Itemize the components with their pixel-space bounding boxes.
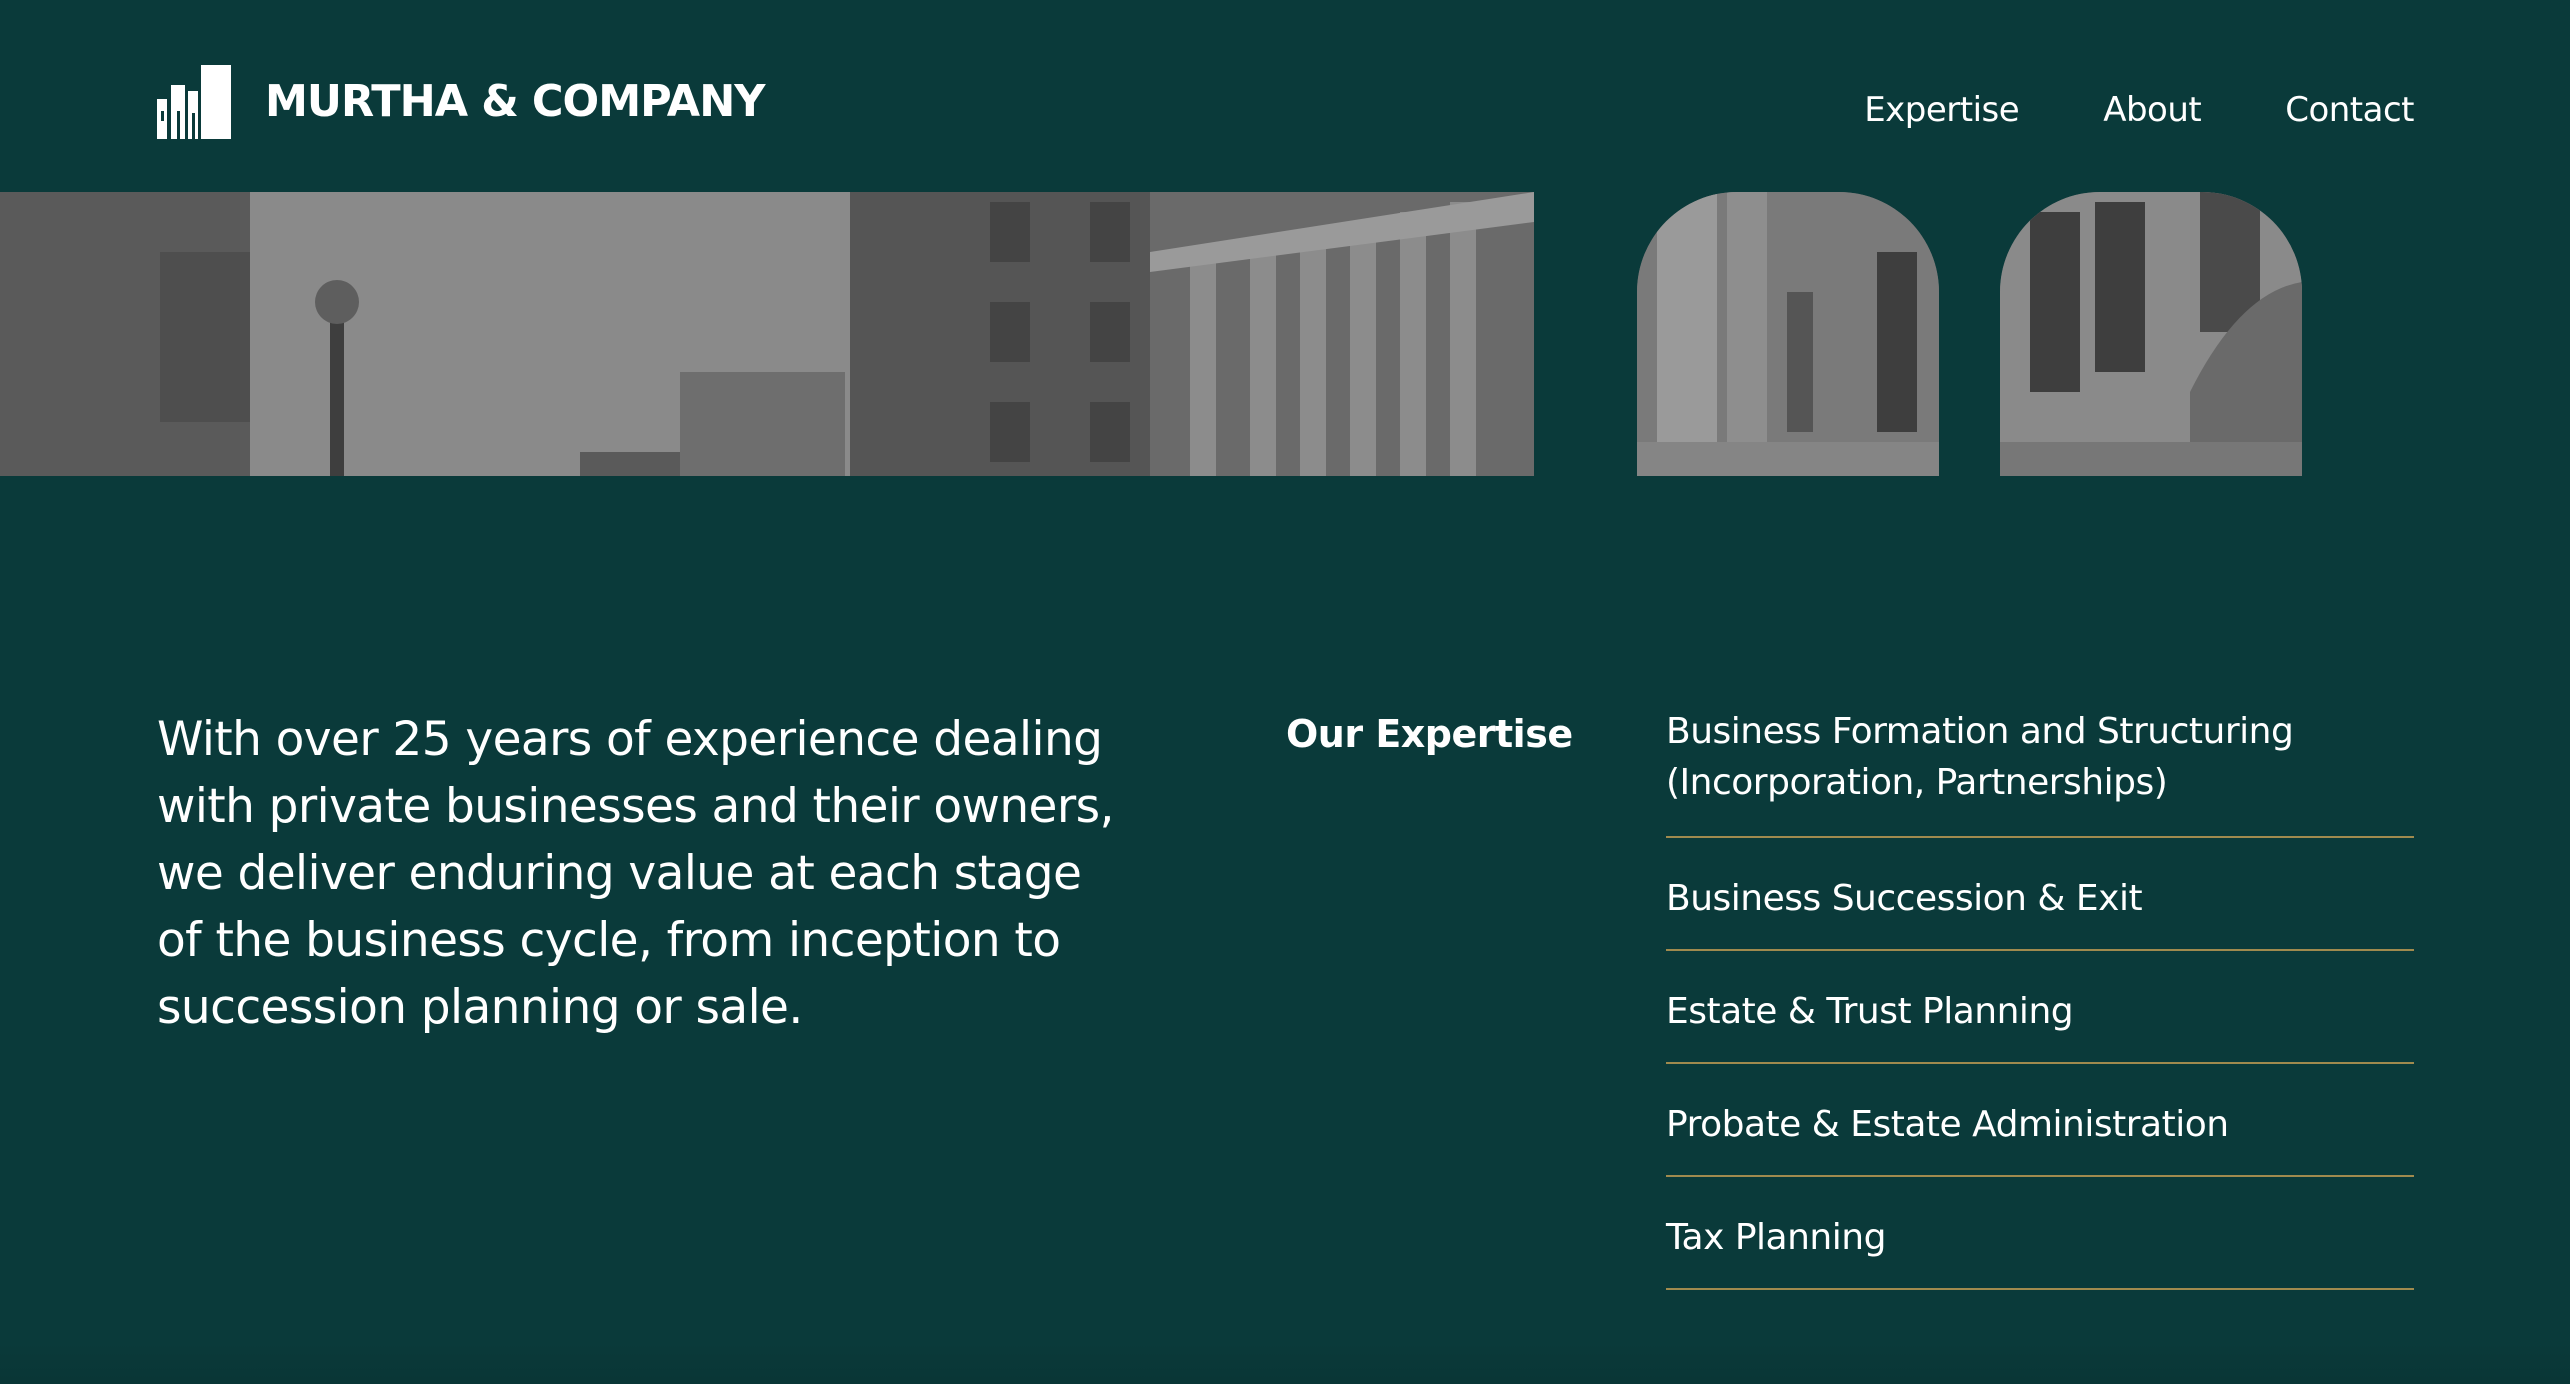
hero-street-photo [0, 192, 1534, 476]
expertise-item-business-succession[interactable]: Business Succession & Exit [1666, 873, 2414, 951]
expertise-item-tax-planning[interactable]: Tax Planning [1666, 1212, 2414, 1290]
buildings-logo-icon [157, 65, 231, 139]
intro-paragraph: With over 25 years of experience dealing… [157, 712, 1114, 1035]
brand-name: MURTHA & COMPANY [265, 76, 766, 127]
expertise-item-label: Business Formation and Structuring (Inco… [1666, 711, 2294, 803]
hero-arch-photo-right [2000, 192, 2302, 476]
main-nav: Expertise About Contact [1864, 90, 2414, 131]
expertise-item-label: Estate & Trust Planning [1666, 991, 2074, 1032]
site-header: MURTHA & COMPANY Expertise About Contact [0, 0, 2570, 192]
expertise-item-label: Business Succession & Exit [1666, 878, 2143, 919]
expertise-list: Business Formation and Structuring (Inco… [1666, 706, 2414, 1325]
expertise-heading: Our Expertise [1286, 712, 1573, 756]
nav-link-contact[interactable]: Contact [2285, 90, 2414, 131]
expertise-item-estate-trust[interactable]: Estate & Trust Planning [1666, 986, 2414, 1064]
footer-edge [0, 1340, 2570, 1384]
expertise-item-label: Probate & Estate Administration [1666, 1104, 2229, 1145]
nav-link-about[interactable]: About [2103, 90, 2202, 131]
expertise-item-probate[interactable]: Probate & Estate Administration [1666, 1099, 2414, 1177]
expertise-item-business-formation[interactable]: Business Formation and Structuring (Inco… [1666, 706, 2414, 838]
expertise-item-label: Tax Planning [1666, 1217, 1886, 1258]
nav-link-expertise[interactable]: Expertise [1864, 90, 2020, 131]
brand-logo[interactable]: MURTHA & COMPANY [157, 62, 775, 142]
hero-arch-photo-left [1637, 192, 1939, 476]
